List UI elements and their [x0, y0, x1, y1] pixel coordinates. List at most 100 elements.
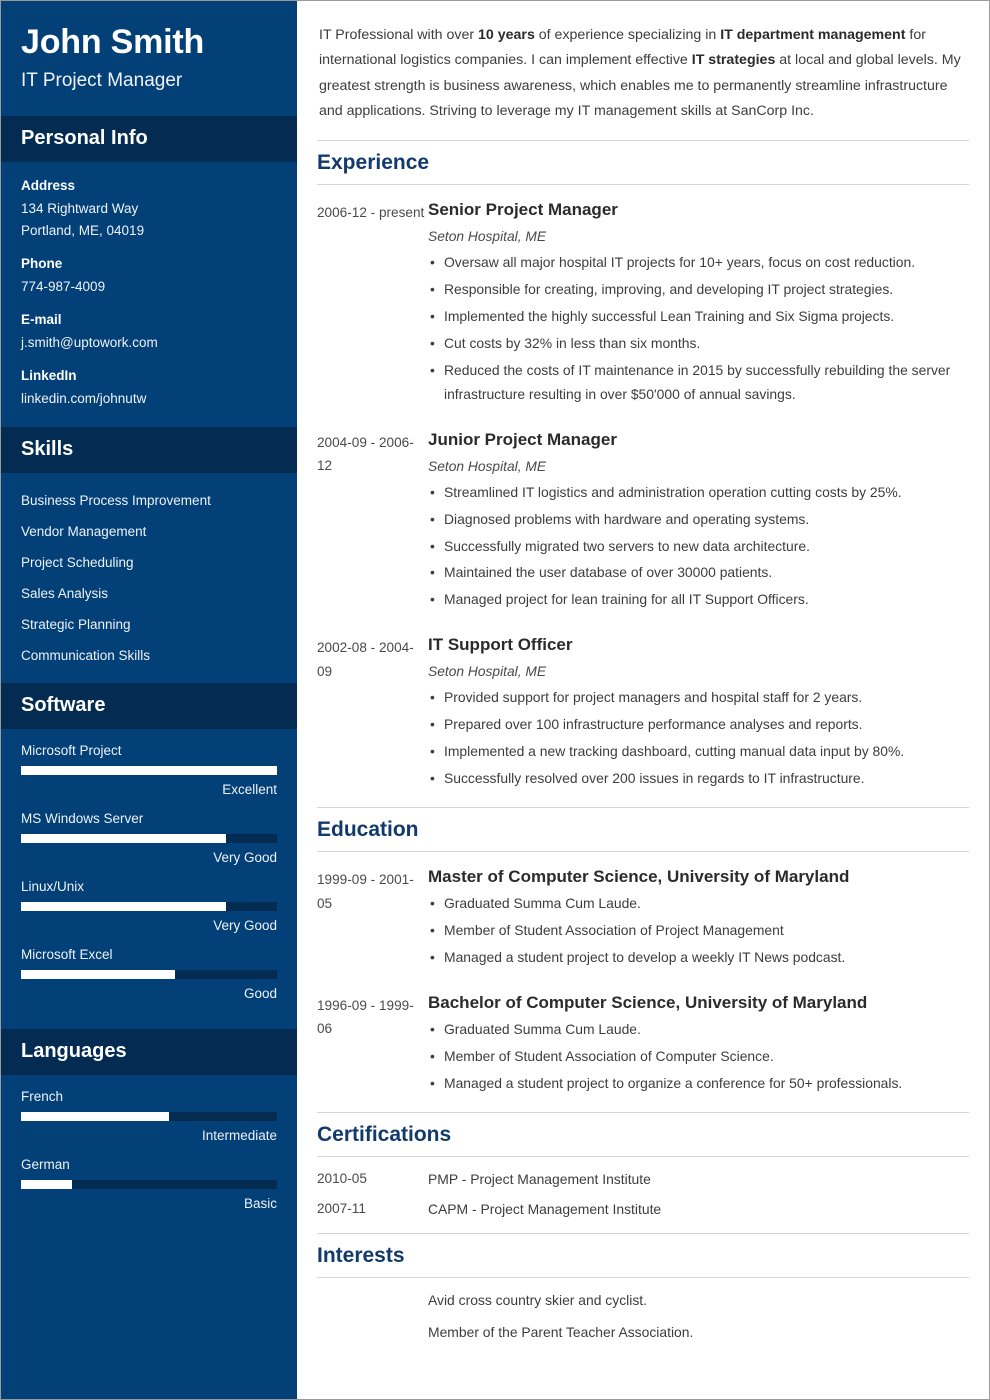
- rating-label: Linux/Unix: [21, 879, 85, 895]
- list-item: Successfully resolved over 200 issues in…: [428, 767, 969, 791]
- rating-value: Basic: [243, 1196, 277, 1212]
- interest-text: Member of the Parent Teacher Association…: [428, 1323, 694, 1340]
- interests-heading: Interests: [317, 1243, 405, 1267]
- rating-bar-track: [21, 970, 277, 980]
- entry-date: 1996-09 - 1999-06: [317, 997, 414, 1037]
- entry-body: Bachelor of Computer Science, University…: [428, 992, 969, 1096]
- rating-label: MS Windows Server: [21, 811, 144, 827]
- languages-heading: Languages: [21, 1040, 127, 1063]
- interest-spacer: [317, 1292, 428, 1308]
- rating-label: German: [21, 1157, 70, 1173]
- summary-emphasis-1: 10 years: [478, 27, 535, 43]
- experience-heading: Experience: [317, 151, 430, 175]
- rating-label: French: [21, 1089, 64, 1105]
- entry-date: 2004-09 - 2006-12: [317, 434, 414, 474]
- interest-row: Avid cross country skier and cyclist.: [317, 1292, 969, 1308]
- list-item: Successfully migrated two servers to new…: [428, 535, 969, 559]
- rating-item: French Intermediate: [21, 1089, 277, 1143]
- entry-employer: Seton Hospital, ME: [428, 229, 547, 245]
- education-section: Education 1999-09 - 2001-05 Master of Co…: [317, 807, 969, 1096]
- entry-body: Master of Computer Science, University o…: [428, 866, 969, 970]
- skills-list: Business Process Improvement Vendor Mana…: [1, 473, 297, 683]
- list-item: Managed project for lean training for al…: [428, 588, 969, 612]
- rating-bar-fill: [21, 902, 226, 912]
- rating-value: Excellent: [222, 782, 277, 798]
- rating-item: Microsoft Project Excellent: [21, 743, 277, 797]
- list-item: Responsible for creating, improving, and…: [428, 278, 969, 302]
- list-item: Diagnosed problems with hardware and ope…: [428, 508, 969, 532]
- info-value-phone[interactable]: 774-987-4009: [21, 276, 277, 298]
- personal-info-heading: Personal Info: [21, 127, 148, 150]
- certification-row: 2007-11 CAPM - Project Management Instit…: [317, 1201, 969, 1217]
- entry-date: 2006-12 - present: [317, 205, 425, 221]
- info-group-linkedin: LinkedIn linkedin.com/johnutw: [21, 368, 277, 410]
- rating-item: Linux/Unix Very Good: [21, 879, 277, 933]
- list-item: Business Process Improvement: [21, 493, 211, 509]
- rating-bar-fill: [21, 834, 226, 844]
- interest-spacer: [317, 1324, 428, 1340]
- rating-item: Microsoft Excel Good: [21, 947, 277, 1001]
- entry-date: 1999-09 - 2001-05: [317, 872, 414, 911]
- list-item: Member of Student Association of Compute…: [428, 1045, 969, 1069]
- software-rating-list: Microsoft Project Excellent MS Windows S…: [1, 729, 297, 1029]
- interest-row: Member of the Parent Teacher Association…: [317, 1324, 969, 1340]
- list-item: Reduced the costs of IT maintenance in 2…: [428, 359, 969, 407]
- section-band-personal-info: Personal Info: [1, 116, 297, 163]
- resume-page: John Smith IT Project Manager Personal I…: [0, 0, 990, 1400]
- list-item: Sales Analysis: [21, 586, 109, 602]
- entry-bullets: Graduated Summa Cum Laude. Member of Stu…: [428, 1018, 969, 1096]
- info-value-email[interactable]: j.smith@uptowork.com: [21, 332, 277, 354]
- rating-item: MS Windows Server Very Good: [21, 811, 277, 865]
- education-entry: 1996-09 - 1999-06 Bachelor of Computer S…: [317, 992, 969, 1096]
- info-value-linkedin[interactable]: linkedin.com/johnutw: [21, 388, 277, 410]
- certification-row: 2010-05 PMP - Project Management Institu…: [317, 1171, 969, 1187]
- summary-text-1: IT Professional with over: [319, 27, 479, 43]
- main-content: IT Professional with over 10 years of ex…: [297, 1, 989, 1399]
- entry-date: 2002-08 - 2004-09: [317, 640, 414, 679]
- entry-degree-title: Master of Computer Science, University o…: [428, 867, 850, 886]
- experience-entry: 2004-09 - 2006-12 Junior Project Manager…: [317, 429, 969, 613]
- section-band-languages: Languages: [1, 1029, 297, 1076]
- entry-body: Junior Project Manager Seton Hospital, M…: [428, 429, 969, 613]
- certifications-section: Certifications 2010-05 PMP - Project Man…: [317, 1111, 969, 1217]
- info-value-line2: Portland, ME, 04019: [21, 222, 145, 238]
- summary-text-2: of experience specializing in: [534, 27, 721, 43]
- list-item: Prepared over 100 infrastructure perform…: [428, 713, 969, 737]
- list-item: Provided support for project managers an…: [428, 686, 969, 710]
- certifications-heading: Certifications: [317, 1122, 452, 1146]
- candidate-job-title: IT Project Manager: [21, 70, 183, 92]
- education-heading: Education: [317, 818, 419, 841]
- rating-bar-track: [21, 902, 277, 912]
- list-item: Maintained the user database of over 300…: [428, 561, 969, 585]
- rating-bar-fill: [21, 766, 277, 776]
- list-item: Communication Skills: [21, 648, 151, 664]
- experience-entry: 2006-12 - present Senior Project Manager…: [317, 199, 969, 407]
- skills-heading: Skills: [21, 438, 74, 461]
- list-item: Streamlined IT logistics and administrat…: [428, 481, 969, 505]
- rating-value: Good: [243, 986, 277, 1002]
- info-group-address: Address 134 Rightward Way Portland, ME, …: [21, 178, 277, 242]
- list-item: Managed a student project to develop a w…: [428, 946, 969, 970]
- entry-employer: Seton Hospital, ME: [428, 664, 547, 680]
- list-item: Graduated Summa Cum Laude.: [428, 892, 969, 916]
- entry-employer: Seton Hospital, ME: [428, 458, 547, 474]
- interests-section: Interests Avid cross country skier and c…: [317, 1232, 969, 1340]
- rating-value: Very Good: [213, 850, 277, 866]
- rating-bar-track: [21, 766, 277, 776]
- entry-body: IT Support Officer Seton Hospital, ME Pr…: [428, 634, 969, 791]
- info-label: E-mail: [21, 311, 62, 327]
- list-item: Member of Student Association of Project…: [428, 919, 969, 943]
- entry-job-title: Senior Project Manager: [428, 200, 618, 220]
- software-heading: Software: [21, 694, 106, 717]
- list-item: Cut costs by 32% in less than six months…: [428, 332, 969, 356]
- rating-bar-track: [21, 834, 277, 844]
- certification-date: 2010-05: [317, 1170, 367, 1186]
- info-group-phone: Phone 774-987-4009: [21, 256, 277, 298]
- list-item: Strategic Planning: [21, 617, 131, 633]
- entry-job-title: IT Support Officer: [428, 635, 573, 655]
- professional-summary: IT Professional with over 10 years of ex…: [317, 23, 969, 124]
- section-header: Interests: [317, 1232, 969, 1278]
- info-value-line1: 134 Rightward Way: [21, 201, 139, 217]
- certification-name: CAPM - Project Management Institute: [428, 1200, 662, 1217]
- list-item: Implemented the highly successful Lean T…: [428, 305, 969, 329]
